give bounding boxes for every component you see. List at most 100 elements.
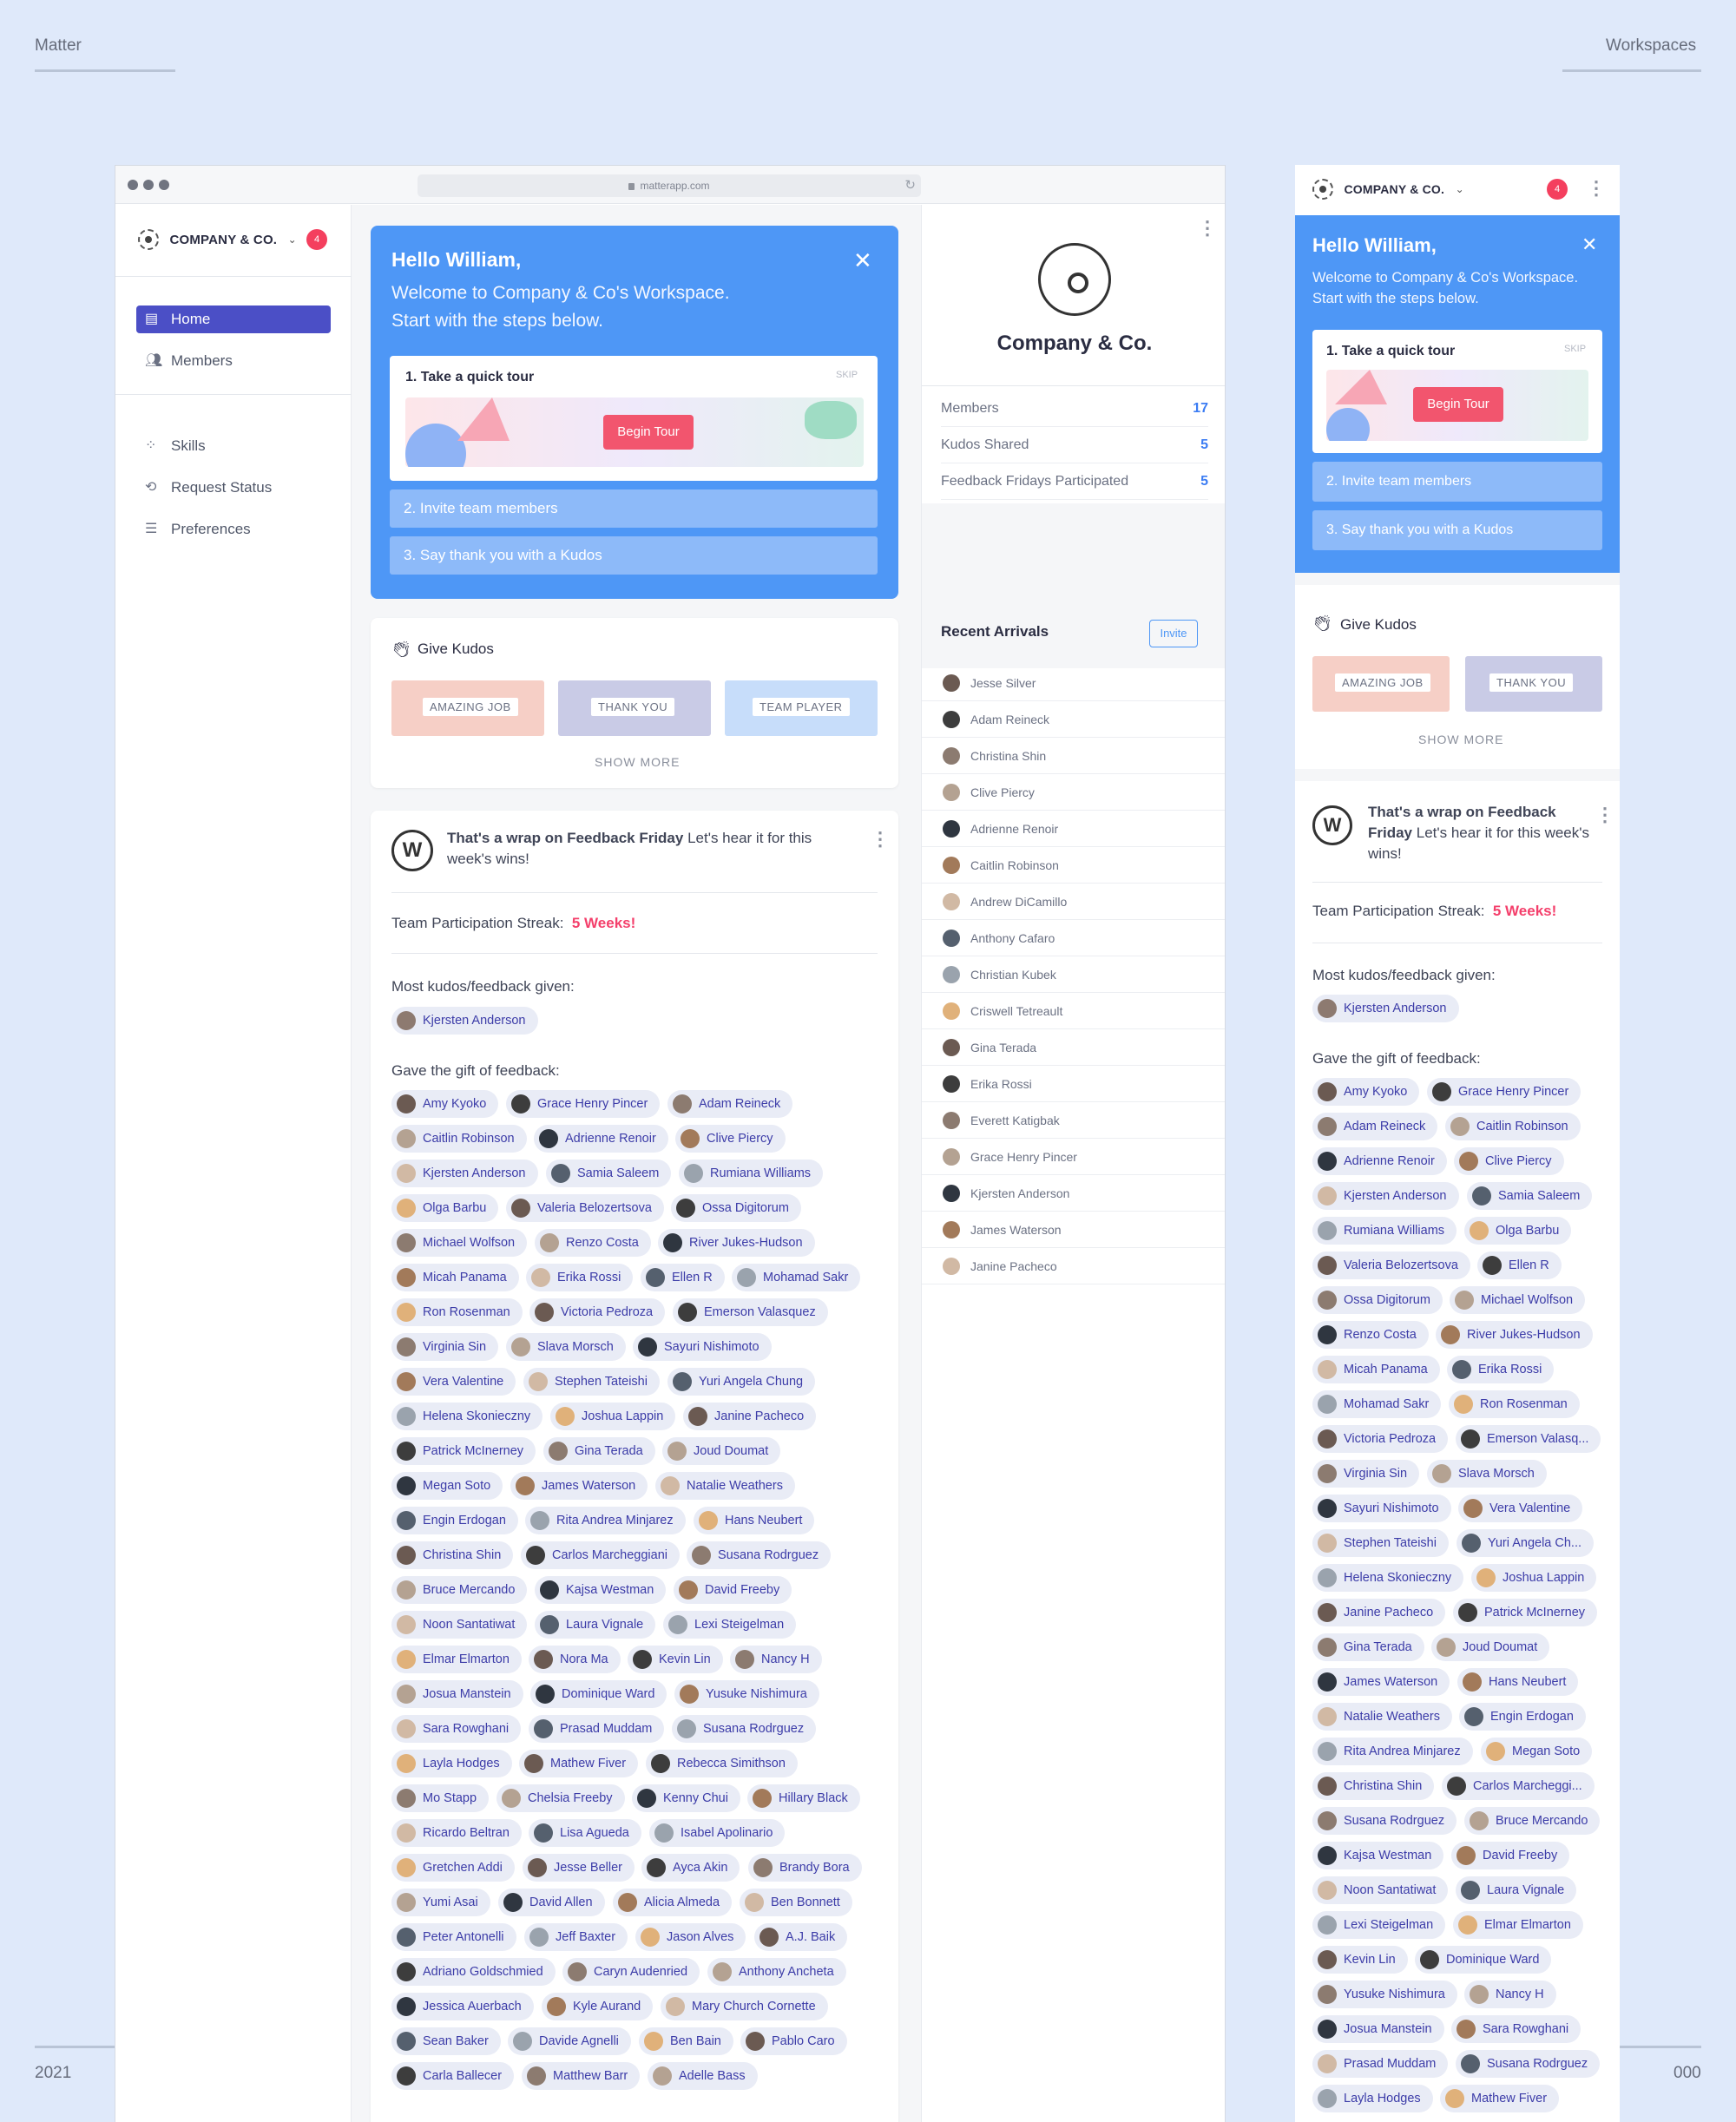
recent-arrival-row[interactable]: Grace Henry Pincer xyxy=(922,1139,1225,1175)
feedback-person-chip[interactable]: Laura Vignale xyxy=(1456,1876,1577,1904)
feedback-person-chip[interactable]: Hillary Black xyxy=(747,1784,860,1812)
most-kudos-chip[interactable]: Kjersten Anderson xyxy=(1312,995,1459,1022)
feedback-person-chip[interactable]: Ron Rosenman xyxy=(1449,1390,1580,1418)
feedback-person-chip[interactable]: Virginia Sin xyxy=(391,1333,499,1361)
window-control-dot[interactable] xyxy=(159,180,169,190)
more-options-icon[interactable] xyxy=(1587,177,1606,200)
feedback-person-chip[interactable]: Hans Neubert xyxy=(694,1507,815,1534)
feedback-person-chip[interactable]: Elmar Elmarton xyxy=(391,1646,522,1673)
feedback-person-chip[interactable]: Emerson Valasq... xyxy=(1456,1425,1601,1453)
feedback-person-chip[interactable]: Mohamad Sakr xyxy=(1312,1390,1442,1418)
feedback-person-chip[interactable]: Jeff Baxter xyxy=(524,1923,628,1951)
feedback-person-chip[interactable]: Josua Manstein xyxy=(1312,2015,1444,2043)
feedback-person-chip[interactable]: River Jukes-Hudson xyxy=(658,1229,815,1257)
notification-badge[interactable]: 4 xyxy=(306,229,327,250)
kudo-tile-amazing-job[interactable]: AMAZING JOB xyxy=(1312,656,1450,712)
feedback-person-chip[interactable]: Yusuke Nishimura xyxy=(1312,1981,1457,2008)
feedback-person-chip[interactable]: Layla Hodges xyxy=(1312,2085,1433,2112)
kudo-tile-thank-you[interactable]: THANK YOU xyxy=(558,680,711,736)
recent-arrival-row[interactable]: Adrienne Renoir xyxy=(922,811,1225,847)
feedback-person-chip[interactable]: Ben Bonnett xyxy=(740,1889,852,1916)
feedback-person-chip[interactable]: Helena Skonieczny xyxy=(1312,1564,1464,1592)
feedback-person-chip[interactable]: Rita Andrea Minjarez xyxy=(1312,1738,1473,1765)
feedback-person-chip[interactable]: Isabel Apolinario xyxy=(649,1819,786,1847)
feedback-person-chip[interactable]: Adrienne Renoir xyxy=(1312,1147,1447,1175)
feedback-person-chip[interactable]: Susana Rodrguez xyxy=(672,1715,817,1743)
begin-tour-button[interactable]: Begin Tour xyxy=(603,415,694,450)
feedback-person-chip[interactable]: Laura Vignale xyxy=(535,1611,656,1639)
feedback-person-chip[interactable]: James Waterson xyxy=(510,1472,648,1500)
feedback-person-chip[interactable]: Grace Henry Pincer xyxy=(1427,1078,1581,1106)
feedback-person-chip[interactable]: Nora Ma xyxy=(529,1646,621,1673)
recent-arrival-row[interactable]: Janine Pacheco xyxy=(922,1248,1225,1284)
feedback-person-chip[interactable]: Matthew Barr xyxy=(522,2062,641,2090)
feedback-person-chip[interactable]: Ossa Digitorum xyxy=(1312,1286,1443,1314)
feedback-person-chip[interactable]: Renzo Costa xyxy=(535,1229,651,1257)
feedback-person-chip[interactable]: Lexi Steigelman xyxy=(1312,1911,1446,1939)
feedback-person-chip[interactable]: Carla Ballecer xyxy=(391,2062,515,2090)
feedback-person-chip[interactable]: Nancy H xyxy=(730,1646,822,1673)
feedback-person-chip[interactable]: Joshua Lappin xyxy=(550,1403,676,1430)
feedback-person-chip[interactable]: David Allen xyxy=(498,1889,605,1916)
feedback-person-chip[interactable]: Mary Church Cornette xyxy=(661,1993,828,2020)
feedback-person-chip[interactable]: Valeria Belozertsova xyxy=(1312,1252,1470,1279)
feedback-person-chip[interactable]: Clive Piercy xyxy=(1454,1147,1564,1175)
feedback-person-chip[interactable]: Natalie Weathers xyxy=(655,1472,795,1500)
feedback-person-chip[interactable]: Caitlin Robinson xyxy=(1445,1113,1581,1140)
window-control-dot[interactable] xyxy=(128,180,138,190)
feedback-person-chip[interactable]: Lexi Steigelman xyxy=(663,1611,797,1639)
feedback-person-chip[interactable]: Kevin Lin xyxy=(1312,1946,1408,1974)
feedback-person-chip[interactable]: River Jukes-Hudson xyxy=(1436,1321,1593,1349)
feedback-person-chip[interactable]: Helena Skonieczny xyxy=(391,1403,543,1430)
feedback-person-chip[interactable]: Adriano Goldschmied xyxy=(391,1958,556,1986)
feedback-person-chip[interactable]: Ayca Akin xyxy=(641,1854,740,1882)
kudo-tile-amazing-job[interactable]: AMAZING JOB xyxy=(391,680,544,736)
kudo-tile-team-player[interactable]: TEAM PLAYER xyxy=(725,680,878,736)
feedback-person-chip[interactable]: Ellen R xyxy=(641,1264,725,1291)
feedback-person-chip[interactable]: Noon Santatiwat xyxy=(391,1611,528,1639)
feedback-person-chip[interactable]: Victoria Pedroza xyxy=(529,1298,666,1326)
feedback-person-chip[interactable]: Pablo Caro xyxy=(740,2027,847,2055)
feedback-person-chip[interactable]: Adam Reineck xyxy=(1312,1113,1438,1140)
org-switcher[interactable]: COMPANY & CO. ⌄ xyxy=(1312,179,1464,200)
feedback-person-chip[interactable]: Vera Valentine xyxy=(1458,1495,1583,1522)
feedback-person-chip[interactable]: Micah Panama xyxy=(391,1264,519,1291)
feedback-person-chip[interactable]: Olga Barbu xyxy=(391,1194,499,1222)
feedback-person-chip[interactable]: Stephen Tateishi xyxy=(1312,1529,1449,1557)
feedback-person-chip[interactable]: Slava Morsch xyxy=(1427,1460,1547,1488)
feedback-person-chip[interactable]: Yuri Angela Ch... xyxy=(1457,1529,1595,1557)
more-options-icon[interactable] xyxy=(871,828,890,851)
feedback-person-chip[interactable]: Patrick McInerney xyxy=(391,1437,536,1465)
org-switcher[interactable]: COMPANY & CO. ⌄ xyxy=(138,229,297,250)
feedback-person-chip[interactable]: Erika Rossi xyxy=(526,1264,634,1291)
feedback-person-chip[interactable]: Layla Hodges xyxy=(391,1750,512,1777)
feedback-person-chip[interactable]: David Freeby xyxy=(1451,1842,1570,1869)
feedback-person-chip[interactable]: Gina Terada xyxy=(543,1437,655,1465)
feedback-person-chip[interactable]: Caryn Audenried xyxy=(562,1958,700,1986)
feedback-person-chip[interactable]: Kyle Aurand xyxy=(542,1993,654,2020)
feedback-person-chip[interactable]: Christina Shin xyxy=(391,1541,514,1569)
feedback-person-chip[interactable]: Christina Shin xyxy=(1312,1772,1435,1800)
feedback-person-chip[interactable]: Peter Antonelli xyxy=(391,1923,516,1951)
feedback-person-chip[interactable]: Elmar Elmarton xyxy=(1453,1911,1583,1939)
most-kudos-chip[interactable]: Kjersten Anderson xyxy=(391,1007,538,1035)
nav-members[interactable]: 👥︎ Members xyxy=(136,347,331,375)
feedback-person-chip[interactable]: Micah Panama xyxy=(1312,1356,1440,1383)
more-options-icon[interactable] xyxy=(1198,217,1217,240)
address-bar[interactable]: matterapp.com ↻ xyxy=(418,174,921,197)
feedback-person-chip[interactable]: Sara Rowghani xyxy=(1451,2015,1581,2043)
feedback-person-chip[interactable]: Sara Rowghani xyxy=(391,1715,522,1743)
feedback-person-chip[interactable]: Hans Neubert xyxy=(1457,1668,1579,1696)
feedback-person-chip[interactable]: Janine Pacheco xyxy=(1312,1599,1446,1626)
feedback-person-chip[interactable]: Renzo Costa xyxy=(1312,1321,1429,1349)
feedback-person-chip[interactable]: Jessica Auerbach xyxy=(391,1993,534,2020)
feedback-person-chip[interactable]: Patrick McInerney xyxy=(1453,1599,1598,1626)
recent-arrival-row[interactable]: Jesse Silver xyxy=(922,665,1225,701)
feedback-person-chip[interactable]: Carlos Marcheggiani xyxy=(521,1541,680,1569)
feedback-person-chip[interactable]: Prasad Muddam xyxy=(529,1715,665,1743)
feedback-person-chip[interactable]: Rebecca Simithson xyxy=(646,1750,798,1777)
recent-arrival-row[interactable]: James Waterson xyxy=(922,1212,1225,1248)
feedback-person-chip[interactable]: Kjersten Anderson xyxy=(1312,1182,1459,1210)
feedback-person-chip[interactable]: Rumiana Williams xyxy=(1312,1217,1457,1245)
notification-badge[interactable]: 4 xyxy=(1547,179,1568,200)
